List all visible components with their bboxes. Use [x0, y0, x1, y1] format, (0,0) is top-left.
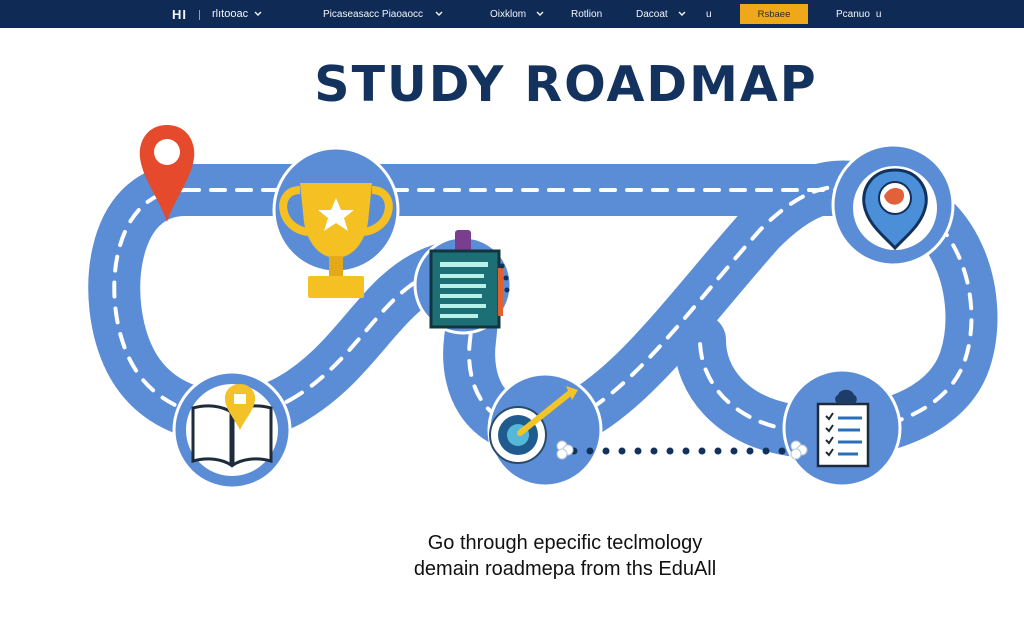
chevron-down-icon [435, 10, 443, 18]
top-navbar: HI rlıtooac Picaseasacc Piaoaocc Oixklom… [0, 0, 1024, 28]
logo[interactable]: HI [172, 0, 187, 28]
nav-menu-6-label: Pcanuo [836, 8, 870, 20]
nav-menu-2-label: Oixklom [490, 8, 527, 20]
map-pin-globe-icon [853, 166, 937, 251]
chevron-down-icon [254, 10, 262, 18]
nav-menu-1[interactable]: Picaseasacc Piaoaocc [323, 0, 443, 28]
open-book-icon [186, 384, 278, 476]
cta-button[interactable]: Rsbaee [740, 4, 808, 24]
roadmap-illustration [88, 125, 998, 490]
nav-brand[interactable]: rlıtooac [212, 0, 262, 28]
nav-menu-3-label: Rotlion [571, 8, 603, 20]
page-subtitle: Go through epecific teclmology demain ro… [330, 530, 800, 582]
nav-menu-2[interactable]: Oixklom [490, 0, 544, 28]
chevron-down-icon [536, 10, 544, 18]
subtitle-line-2: demain roadmepa from ths EduAll [413, 558, 717, 580]
nav-menu-5[interactable]: u [706, 0, 712, 28]
chevron-down-icon [678, 10, 686, 18]
nav-menu-6[interactable]: Pcanuo u [836, 0, 881, 28]
nav-menu-4[interactable]: Dacoat [636, 0, 686, 28]
nav-menu-3[interactable]: Rotlion [571, 0, 602, 28]
nav-divider [199, 10, 200, 20]
nav-menu-6-suffix: u [875, 8, 882, 20]
subtitle-line-1: Go through epecific teclmology [427, 532, 703, 554]
nav-menu-4-label: Dacoat [636, 8, 668, 20]
nav-menu-1-label: Picaseasacc Piaoaocc [323, 8, 424, 20]
brand-label: rlıtooac [212, 8, 249, 20]
